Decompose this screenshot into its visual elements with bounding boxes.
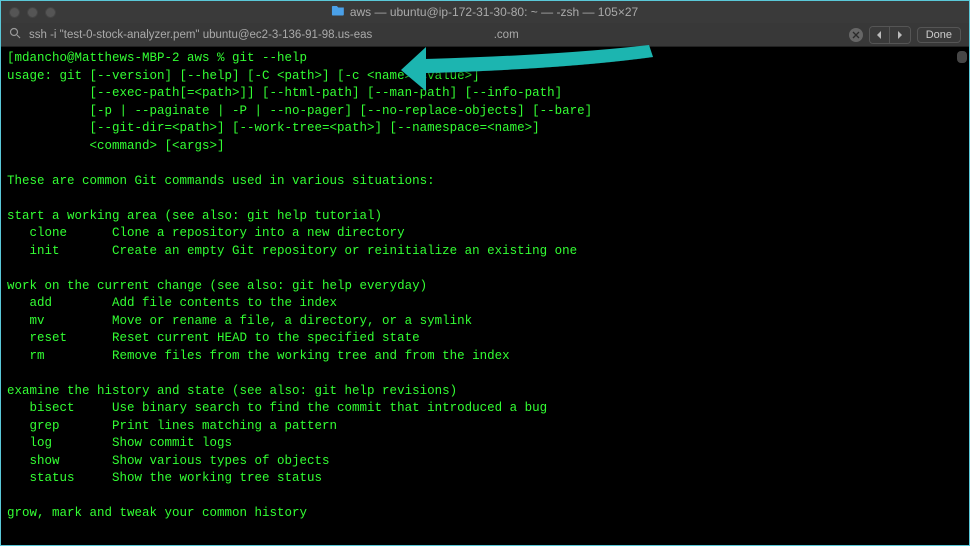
next-button[interactable] [890, 27, 910, 43]
toolbar: ssh -i "test-0-stock-analyzer.pem" ubunt… [1, 23, 969, 47]
folder-icon [332, 5, 345, 19]
scrollbar-thumb[interactable] [957, 51, 967, 63]
prev-button[interactable] [870, 27, 890, 43]
window-title: aws — ubuntu@ip-172-31-30-80: ~ — -zsh —… [332, 5, 638, 19]
done-button[interactable]: Done [917, 27, 961, 43]
minimize-window-button[interactable] [27, 7, 38, 18]
nav-buttons [869, 26, 911, 44]
search-icon[interactable] [9, 27, 21, 42]
titlebar: aws — ubuntu@ip-172-31-30-80: ~ — -zsh —… [1, 1, 969, 23]
traffic-lights [9, 7, 56, 18]
clear-icon[interactable] [849, 28, 863, 42]
terminal-viewport[interactable]: [mdancho@Matthews-MBP-2 aws % git --help… [1, 47, 969, 545]
zoom-window-button[interactable] [45, 7, 56, 18]
close-window-button[interactable] [9, 7, 20, 18]
command-input[interactable]: ssh -i "test-0-stock-analyzer.pem" ubunt… [29, 29, 841, 41]
title-text: aws — ubuntu@ip-172-31-30-80: ~ — -zsh —… [350, 5, 638, 19]
